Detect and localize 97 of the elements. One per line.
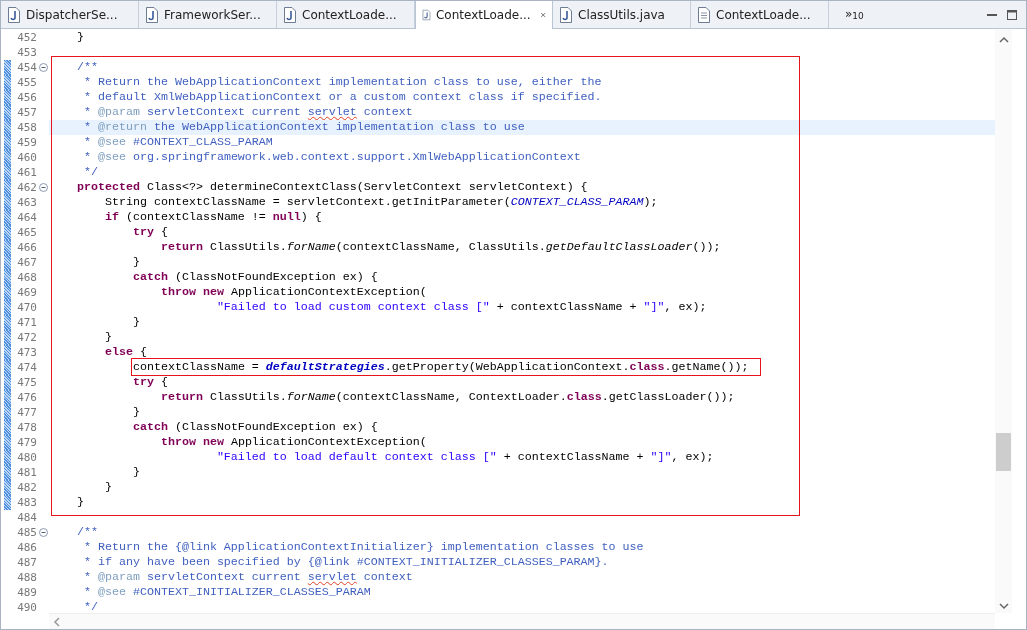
- line-number: 467: [16, 255, 37, 270]
- maximize-icon[interactable]: [1006, 8, 1018, 21]
- editor-tab[interactable]: FrameworkSer...: [139, 1, 277, 28]
- line-number: 471: [16, 315, 37, 330]
- line-number: 480: [16, 450, 37, 465]
- line-number: 477: [16, 405, 37, 420]
- scroll-left-icon[interactable]: [53, 616, 61, 627]
- code-line: * Return the {@link ApplicationContextInitializer} implementation classes to use: [82, 540, 645, 555]
- code-line: throw new ApplicationContextException(: [159, 435, 428, 450]
- scroll-down-icon[interactable]: [998, 602, 1009, 610]
- vertical-scrollbar[interactable]: [995, 29, 1012, 613]
- editor-tab[interactable]: ContextLoade...: [691, 1, 829, 28]
- line-number: 460: [16, 150, 37, 165]
- code-line: }: [75, 30, 85, 45]
- line-number: 459: [16, 135, 37, 150]
- line-number: 474: [16, 360, 37, 375]
- line-number: 475: [16, 375, 37, 390]
- code-line: return ClassUtils.forName(contextClassName, ContextLoader.class.getClassLoader());: [159, 390, 736, 405]
- code-line: protected Class<?> determineContextClass(ServletContext servletContext) {: [75, 180, 589, 195]
- line-number: 478: [16, 420, 37, 435]
- code-line: * @see #CONTEXT_CLASS_PARAM: [82, 135, 274, 150]
- scrollbar-thumb[interactable]: [996, 433, 1011, 471]
- code-line: * @param servletContext current servlet context: [82, 570, 414, 585]
- collapse-icon[interactable]: [38, 528, 48, 537]
- java-file-icon: [145, 6, 159, 23]
- code-line: }: [103, 480, 113, 495]
- code-line: try {: [131, 225, 169, 240]
- code-line: /**: [75, 525, 99, 540]
- code-line: "Failed to load default context class [" + contextClassName + "]", ex);: [215, 450, 715, 465]
- line-number: 489: [16, 585, 37, 600]
- close-icon[interactable]: [539, 10, 546, 20]
- java-file-icon: [7, 6, 21, 23]
- code-line: * @see org.springframework.web.context.support.XmlWebApplicationContext: [82, 150, 582, 165]
- collapse-icon[interactable]: [38, 183, 48, 192]
- code-line: * Return the WebApplicationContext implementation class to use, either the: [82, 75, 603, 90]
- java-file-icon: [422, 7, 431, 23]
- code-line: catch (ClassNotFoundException ex) {: [131, 420, 379, 435]
- code-line: return ClassUtils.forName(contextClassName, ClassUtils.getDefaultClassLoader());: [159, 240, 722, 255]
- line-number: 486: [16, 540, 37, 555]
- line-number: 470: [16, 300, 37, 315]
- editor-tab[interactable]: DispatcherSe...: [1, 1, 139, 28]
- code-line: }: [131, 255, 141, 270]
- line-number: 462: [16, 180, 37, 195]
- code-line: }: [131, 465, 141, 480]
- line-number: 473: [16, 345, 37, 360]
- line-number: 454: [16, 60, 37, 75]
- code-line: */: [82, 600, 99, 615]
- line-number: 466: [16, 240, 37, 255]
- line-number: 458: [16, 120, 37, 135]
- code-line: }: [131, 405, 141, 420]
- line-number: 461: [16, 165, 37, 180]
- code-line: String contextClassName = servletContext.getInitParameter(CONTEXT_CLASS_PARAM);: [103, 195, 659, 210]
- code-line: catch (ClassNotFoundException ex) {: [131, 270, 379, 285]
- code-line: }: [131, 315, 141, 330]
- file-icon: [697, 6, 711, 23]
- editor-tab[interactable]: ClassUtils.java: [553, 1, 691, 28]
- line-number: 481: [16, 465, 37, 480]
- code-line: "Failed to load custom context class [" + contextClassName + "]", ex);: [215, 300, 708, 315]
- code-line: contextClassName = defaultStrategies.getProperty(WebApplicationContext.class.getName());: [49, 360, 995, 375]
- horizontal-scrollbar[interactable]: [49, 613, 995, 629]
- code-line: if (contextClassName != null) {: [103, 210, 323, 225]
- line-number: 468: [16, 270, 37, 285]
- line-number: 472: [16, 330, 37, 345]
- editor-tab[interactable]: ContextLoade...: [415, 1, 553, 29]
- code-line: /**: [75, 60, 99, 75]
- line-number: 464: [16, 210, 37, 225]
- line-number: 452: [16, 30, 37, 45]
- java-file-icon: [283, 6, 297, 23]
- collapse-icon[interactable]: [38, 63, 48, 72]
- code-line: else {: [103, 345, 148, 360]
- code-line: try {: [131, 375, 169, 390]
- code-line: * default XmlWebApplicationContext or a custom context class if specified.: [82, 90, 603, 105]
- line-number: 456: [16, 90, 37, 105]
- line-number: 453: [16, 45, 37, 60]
- line-number: 488: [16, 570, 37, 585]
- code-line: }: [103, 330, 113, 345]
- scroll-up-icon[interactable]: [998, 36, 1009, 44]
- line-number: 483: [16, 495, 37, 510]
- java-file-icon: [559, 6, 573, 23]
- line-number: 469: [16, 285, 37, 300]
- code-line: }: [75, 495, 85, 510]
- code-line: throw new ApplicationContextException(: [159, 285, 428, 300]
- line-number: 457: [16, 105, 37, 120]
- line-number: 482: [16, 480, 37, 495]
- line-number: 465: [16, 225, 37, 240]
- line-number: 455: [16, 75, 37, 90]
- code-line: */: [82, 165, 99, 180]
- code-line: * @param servletContext current servlet context: [82, 105, 414, 120]
- line-number: 476: [16, 390, 37, 405]
- line-number: 487: [16, 555, 37, 570]
- line-number: 479: [16, 435, 37, 450]
- line-number: 485: [16, 525, 37, 540]
- line-number: 484: [16, 510, 37, 525]
- code-line: * if any have been specified by {@link #CONTEXT_INITIALIZER_CLASSES_PARAM}.: [82, 555, 610, 570]
- line-number: 463: [16, 195, 37, 210]
- line-number: 490: [16, 600, 37, 615]
- code-line: * @see #CONTEXT_INITIALIZER_CLASSES_PARAM: [82, 585, 372, 600]
